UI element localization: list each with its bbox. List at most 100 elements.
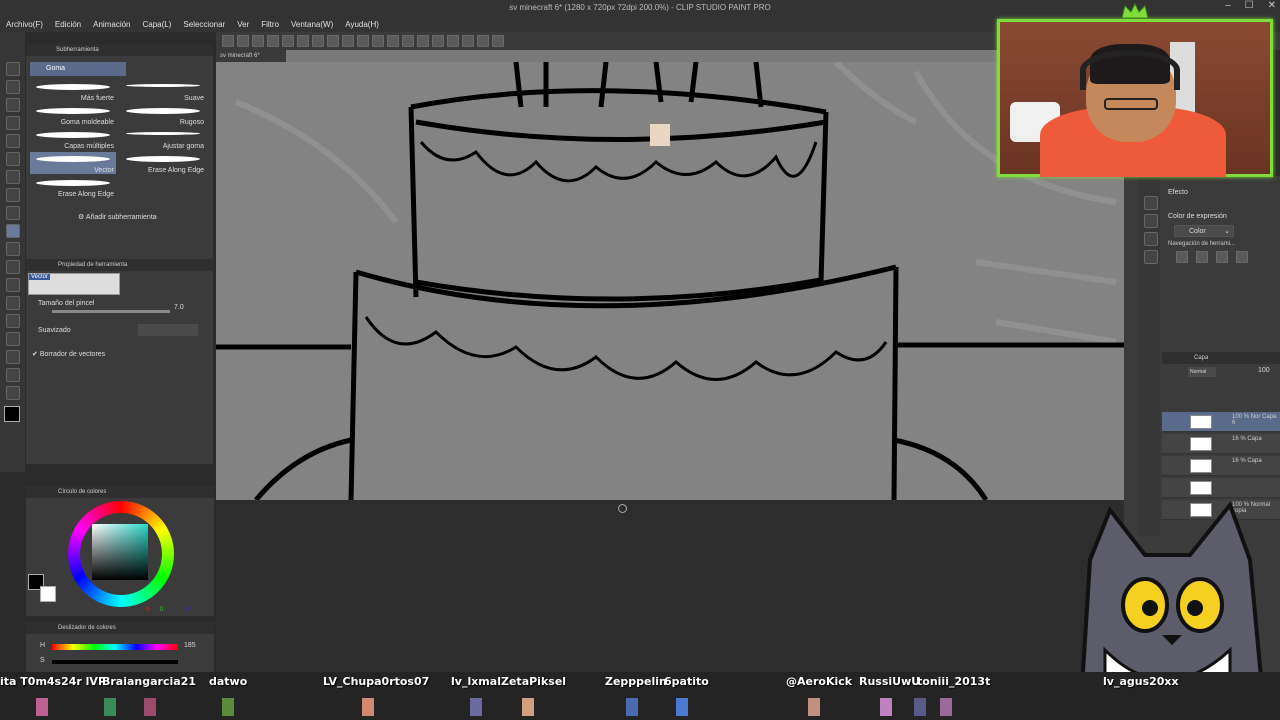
flip-icon[interactable]: [417, 35, 429, 47]
transform-icon[interactable]: [327, 35, 339, 47]
subtool-tab[interactable]: Subherramienta: [26, 44, 213, 56]
fill-icon[interactable]: [357, 35, 369, 47]
saturation-label: S: [40, 657, 45, 664]
drawing-canvas[interactable]: [216, 62, 1124, 500]
add-subtool-button[interactable]: ⚙ Añadir subherramienta: [78, 213, 157, 221]
gradient-tool-icon[interactable]: [6, 278, 20, 292]
material-icon[interactable]: [1144, 232, 1158, 246]
zoom-tool-icon[interactable]: [6, 62, 20, 76]
eyedropper-tool-icon[interactable]: [6, 134, 20, 148]
maximize-icon[interactable]: ☐: [1245, 0, 1254, 11]
brush-size-value[interactable]: 7.0: [174, 304, 184, 311]
airbrush-tool-icon[interactable]: [6, 206, 20, 220]
minimize-icon[interactable]: –: [1225, 0, 1231, 11]
brush-capas-multiples[interactable]: Capas múltiples: [30, 128, 116, 150]
balloon-tool-icon[interactable]: [6, 368, 20, 382]
fill-tool-icon[interactable]: [6, 260, 20, 274]
blend-tool-icon[interactable]: [6, 242, 20, 256]
snap-grid-icon[interactable]: [387, 35, 399, 47]
brush-size-slider[interactable]: [52, 310, 170, 313]
background-color-swatch[interactable]: [40, 586, 56, 602]
vector-erase-label[interactable]: ✔ Borrador de vectores: [32, 350, 105, 358]
ruler-icon[interactable]: [492, 35, 504, 47]
chat-avatar: [104, 698, 116, 716]
new-file-icon[interactable]: [222, 35, 234, 47]
figure-tool-icon[interactable]: [6, 296, 20, 310]
color-wheel-header[interactable]: Círculo de colores: [26, 486, 214, 498]
hue-value[interactable]: 185: [184, 642, 196, 649]
menu-archivo[interactable]: Archivo(F): [6, 20, 43, 29]
canvas-tab[interactable]: sv minecraft 6*: [216, 50, 286, 62]
selection-icon[interactable]: [312, 35, 324, 47]
layer-row[interactable]: 100 % Nor Capa 6: [1162, 412, 1280, 432]
saturation-value-square[interactable]: [92, 524, 148, 580]
subtool-detail-icon[interactable]: [1144, 214, 1158, 228]
color-mode-dropdown[interactable]: Color ⌄: [1174, 225, 1234, 237]
smoothing-control[interactable]: [138, 324, 198, 336]
opacity-value[interactable]: 100: [1258, 367, 1270, 374]
hand-icon[interactable]: [1196, 251, 1208, 263]
blend-mode-dropdown[interactable]: Normal: [1188, 367, 1216, 377]
undo-icon[interactable]: [282, 35, 294, 47]
zoom-fit-icon[interactable]: [447, 35, 459, 47]
snap-ruler-icon[interactable]: [372, 35, 384, 47]
hue-slider[interactable]: [52, 644, 178, 650]
layer-panel-header[interactable]: Capa: [1162, 352, 1280, 364]
layer-row[interactable]: 16 % Capa: [1162, 456, 1280, 476]
export-icon[interactable]: [267, 35, 279, 47]
rotate-view-icon[interactable]: [1216, 251, 1228, 263]
pen-icon[interactable]: [402, 35, 414, 47]
layer-row[interactable]: [1162, 478, 1280, 498]
color-slider-header[interactable]: Deslizador de colores: [26, 622, 214, 634]
open-icon[interactable]: [237, 35, 249, 47]
redo-icon[interactable]: [297, 35, 309, 47]
close-icon[interactable]: ✕: [1268, 0, 1276, 11]
tool-property-icon[interactable]: [1144, 196, 1158, 210]
rotate-icon[interactable]: [432, 35, 444, 47]
grid-icon[interactable]: [477, 35, 489, 47]
menu-animacion[interactable]: Animación: [93, 20, 130, 29]
brush-erase-along-edge[interactable]: Erase Along Edge: [120, 152, 206, 174]
brush-vector[interactable]: Vector: [30, 152, 116, 174]
menu-filtro[interactable]: Filtro: [261, 20, 279, 29]
chat-avatar: [880, 698, 892, 716]
eyedropper-icon[interactable]: [1236, 251, 1248, 263]
layer-row[interactable]: 16 % Capa: [1162, 434, 1280, 454]
main-color-swatch[interactable]: [4, 406, 20, 422]
navigator-icon[interactable]: [1144, 250, 1158, 264]
correct-line-tool-icon[interactable]: [6, 386, 20, 400]
brush-rugoso[interactable]: Rugoso: [120, 104, 206, 126]
menu-ventana[interactable]: Ventana(W): [291, 20, 333, 29]
subtool-group-goma[interactable]: Goma: [30, 62, 126, 76]
move-tool-icon[interactable]: [6, 80, 20, 94]
menu-ayuda[interactable]: Ayuda(H): [345, 20, 379, 29]
lasso-tool-icon[interactable]: [6, 116, 20, 130]
pen-tool-icon[interactable]: [6, 152, 20, 166]
zoom-icon[interactable]: [1176, 251, 1188, 263]
chat-avatar: [808, 698, 820, 716]
text-tool-icon[interactable]: [6, 350, 20, 364]
brush-suave[interactable]: Suave: [120, 80, 206, 102]
save-icon[interactable]: [252, 35, 264, 47]
menu-seleccionar[interactable]: Seleccionar: [183, 20, 225, 29]
pin-icon[interactable]: [462, 35, 474, 47]
brush-mas-fuerte[interactable]: Más fuerte: [30, 80, 116, 102]
tool-preset-preview[interactable]: Vector: [28, 273, 120, 295]
menu-capa[interactable]: Capa(L): [143, 20, 172, 29]
eraser-tool-icon[interactable]: [6, 224, 20, 238]
menu-ver[interactable]: Ver: [237, 20, 249, 29]
saturation-slider[interactable]: [52, 660, 178, 664]
ruler-tool-icon[interactable]: [6, 332, 20, 346]
brush-erase-along-edge-2[interactable]: Erase Along Edge: [30, 176, 116, 198]
pencil-tool-icon[interactable]: [6, 170, 20, 184]
webcam-overlay: [997, 19, 1273, 177]
operation-tool-icon[interactable]: [6, 98, 20, 112]
brush-ajustar-goma[interactable]: Ajustar goma: [120, 128, 206, 150]
chat-username: Braiangarcia21: [102, 675, 196, 688]
tool-property-header[interactable]: Propiedad de herramienta: [26, 259, 214, 271]
brush-tool-icon[interactable]: [6, 188, 20, 202]
brush-goma-moldeable[interactable]: Goma moldeable: [30, 104, 116, 126]
frame-tool-icon[interactable]: [6, 314, 20, 328]
menu-edicion[interactable]: Edición: [55, 20, 81, 29]
crop-icon[interactable]: [342, 35, 354, 47]
